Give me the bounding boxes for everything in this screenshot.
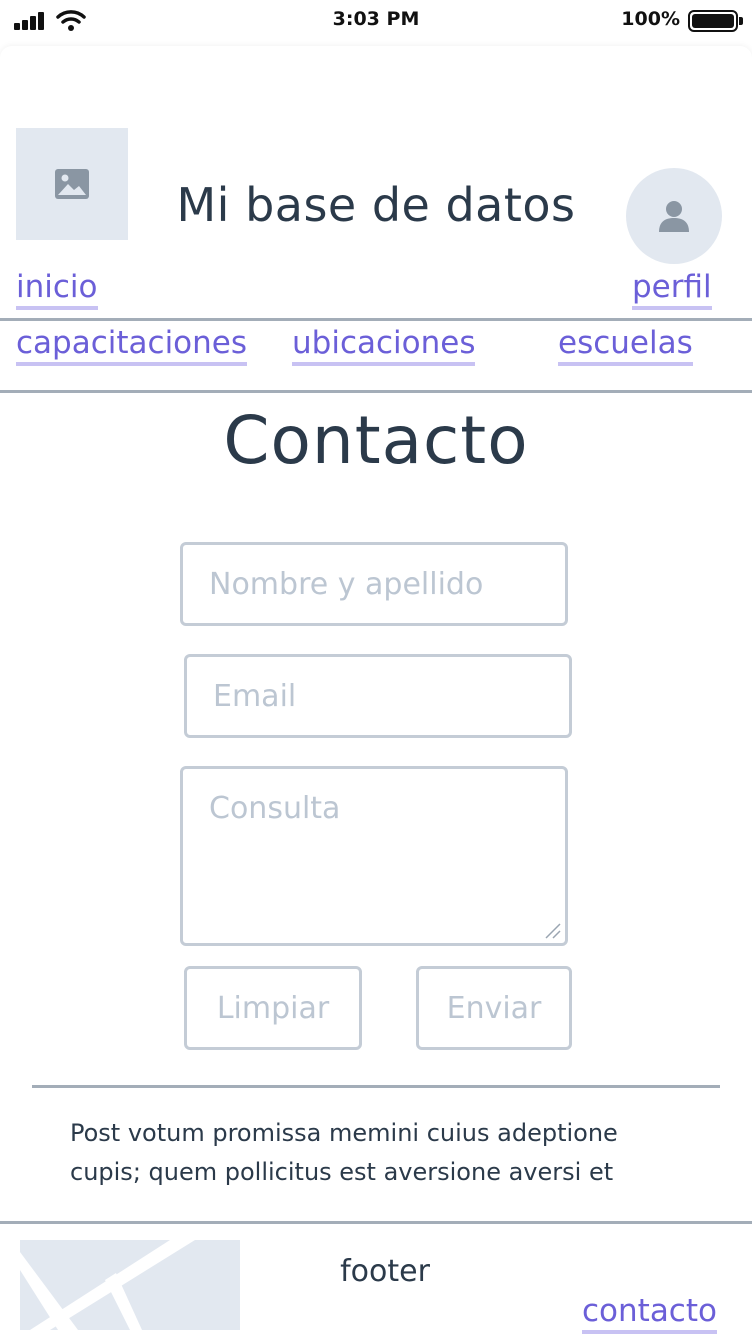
site-title: Mi base de datos (176, 178, 576, 232)
nav-link-ubicaciones[interactable]: ubicaciones (292, 324, 476, 366)
image-placeholder (16, 128, 128, 240)
footer-link-contacto[interactable]: contacto (582, 1292, 717, 1334)
name-field-placeholder: Nombre y apellido (209, 566, 484, 602)
message-textarea[interactable]: Consulta (180, 766, 568, 946)
footer-label: footer (340, 1254, 430, 1289)
page-heading: Contacto (223, 402, 529, 479)
user-icon (659, 201, 689, 232)
nav-link-perfil[interactable]: perfil (632, 268, 712, 310)
battery-percentage: 100% (621, 8, 680, 30)
nav-link-capacitaciones[interactable]: capacitaciones (16, 324, 248, 366)
nav-link-escuelas[interactable]: escuelas (558, 324, 693, 366)
email-field-placeholder: Email (213, 678, 297, 714)
avatar[interactable] (626, 168, 722, 264)
battery-cap (739, 17, 743, 25)
nav-link-inicio[interactable]: inicio (16, 268, 98, 310)
image-icon (55, 169, 89, 199)
clear-button[interactable]: Limpiar (184, 966, 362, 1050)
map-placeholder (20, 1240, 240, 1330)
map-icon (20, 1240, 195, 1330)
content-divider (32, 1085, 720, 1088)
nav-divider-bottom (0, 390, 752, 393)
message-textarea-placeholder: Consulta (209, 791, 341, 826)
resize-handle-icon[interactable] (543, 921, 561, 939)
battery-icon (688, 10, 738, 32)
email-field[interactable]: Email (184, 654, 572, 738)
status-bar: 3:03 PM 100% (0, 0, 752, 44)
name-field[interactable]: Nombre y apellido (180, 542, 568, 626)
nav-divider-top (0, 318, 752, 321)
send-button[interactable]: Enviar (416, 966, 572, 1050)
body-paragraph: Post votum promissa memini cuius adeptio… (70, 1119, 618, 1186)
footer-divider (0, 1221, 752, 1224)
